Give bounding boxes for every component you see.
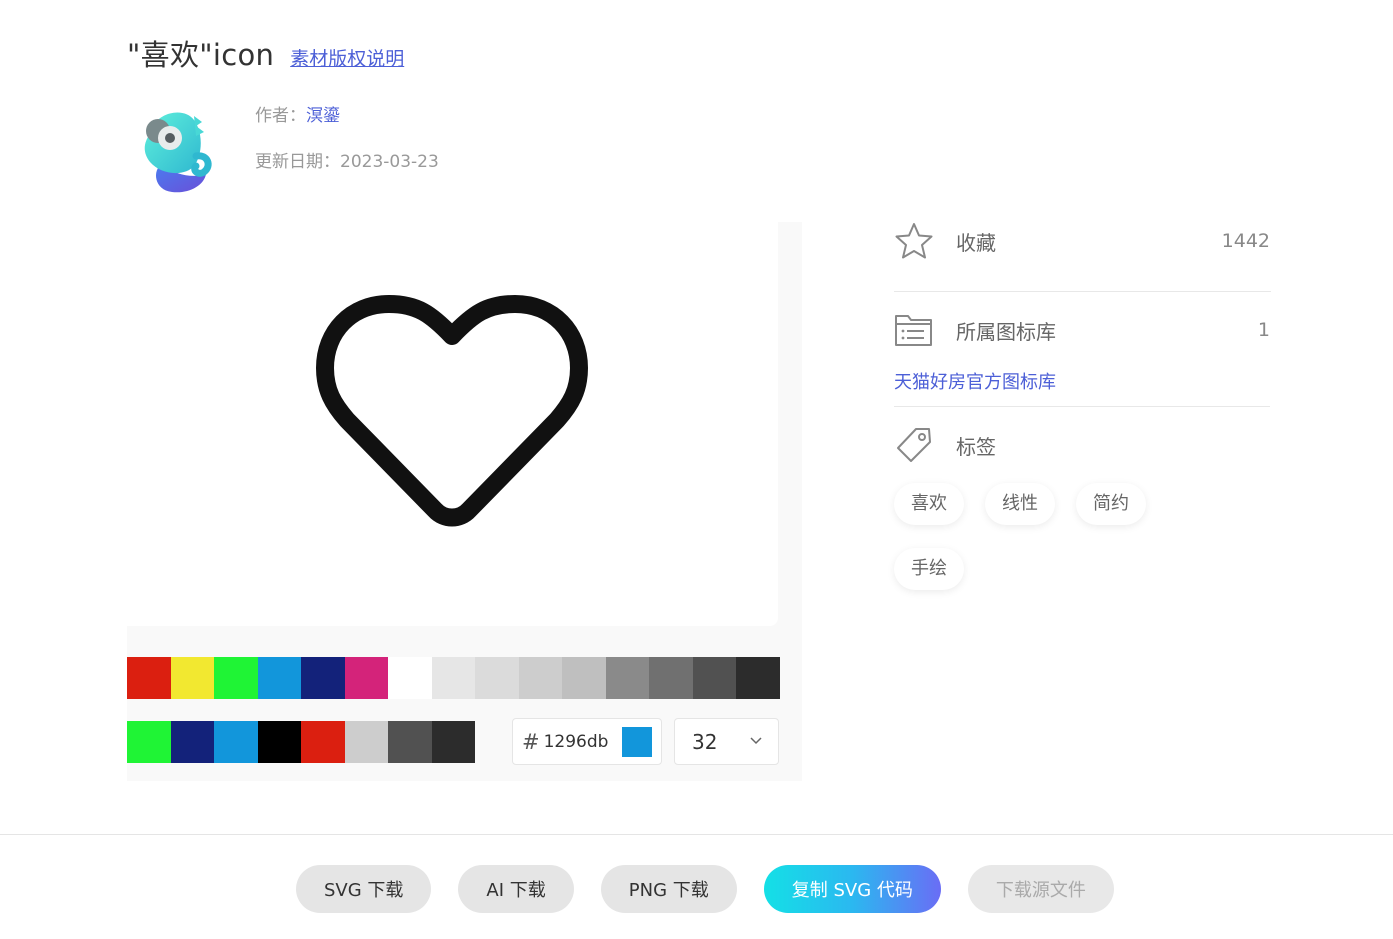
- color-swatch[interactable]: [388, 721, 432, 763]
- library-label: 所属图标库: [956, 319, 1056, 344]
- color-swatch[interactable]: [170, 657, 214, 699]
- author-label: 作者：: [255, 106, 306, 126]
- copy-svg-code-button[interactable]: 复制 SVG 代码: [763, 865, 941, 913]
- library-row: 所属图标库 1: [894, 310, 1270, 350]
- color-swatch[interactable]: [214, 657, 258, 699]
- tag-chip[interactable]: 线性: [985, 483, 1055, 525]
- date-value: 2023-03-23: [340, 152, 439, 172]
- footer-divider: [0, 834, 1393, 835]
- hex-input[interactable]: [543, 731, 618, 752]
- preview-panel: # 32: [127, 222, 802, 781]
- library-section: 所属图标库 1 天猫好房官方图标库: [894, 310, 1270, 394]
- color-swatch[interactable]: [344, 657, 388, 699]
- color-swatch[interactable]: [475, 657, 519, 699]
- icon-title: "喜欢"icon: [127, 38, 275, 72]
- color-swatch[interactable]: [736, 657, 780, 699]
- color-swatch[interactable]: [692, 657, 736, 699]
- library-count: 1: [1257, 319, 1270, 341]
- color-swatch[interactable]: [605, 657, 649, 699]
- color-preview-swatch[interactable]: [621, 726, 652, 757]
- color-palette-recent: [127, 721, 475, 763]
- folder-list-icon: [895, 315, 932, 346]
- icon-canvas: [127, 222, 778, 626]
- color-swatch[interactable]: [127, 721, 171, 763]
- date-label: 更新日期：: [255, 152, 340, 172]
- chameleon-avatar-icon: [144, 112, 212, 193]
- download-source-button[interactable]: 下载源文件: [967, 865, 1114, 913]
- color-swatch[interactable]: [257, 721, 301, 763]
- favorite-row[interactable]: 收藏 1442: [894, 219, 1270, 263]
- tag-icon: [897, 428, 931, 462]
- heart-icon: [316, 295, 588, 527]
- author-name-link[interactable]: 溟鎏: [306, 106, 340, 126]
- color-swatch[interactable]: [301, 721, 345, 763]
- color-swatch[interactable]: [301, 657, 345, 699]
- size-value: 32: [692, 729, 718, 754]
- color-swatch[interactable]: [562, 657, 606, 699]
- color-swatch[interactable]: [518, 657, 562, 699]
- tags-section: 标签: [894, 424, 1270, 466]
- tags-label: 标签: [956, 434, 996, 459]
- title-row: "喜欢"icon 素材版权说明: [127, 32, 404, 74]
- favorite-section: 收藏 1442: [894, 219, 1270, 263]
- copyright-link[interactable]: 素材版权说明: [290, 44, 404, 71]
- color-swatch[interactable]: [214, 721, 258, 763]
- png-download-button[interactable]: PNG 下载: [600, 865, 737, 913]
- tag-chip[interactable]: 简约: [1076, 483, 1146, 525]
- library-link[interactable]: 天猫好房官方图标库: [894, 372, 1056, 393]
- favorite-label: 收藏: [956, 230, 996, 255]
- library-link-row: 天猫好房官方图标库: [894, 368, 1270, 394]
- author-row: 作者：溟鎏: [255, 102, 439, 130]
- svg-download-button[interactable]: SVG 下载: [296, 865, 432, 913]
- star-icon[interactable]: [894, 221, 934, 261]
- color-swatch[interactable]: [431, 721, 475, 763]
- tags-row: 标签: [894, 424, 1270, 466]
- date-row: 更新日期：2023-03-23: [255, 148, 439, 176]
- color-swatch[interactable]: [431, 657, 475, 699]
- tag-list: 喜欢 线性 简约手绘: [894, 483, 1224, 613]
- tag-chip[interactable]: 喜欢: [894, 483, 964, 525]
- size-select[interactable]: 32: [674, 718, 779, 765]
- footer-actions: SVG 下载 AI 下载 PNG 下载 复制 SVG 代码 下载源文件: [296, 865, 1141, 913]
- author-avatar[interactable]: [132, 104, 224, 196]
- favorite-count: 1442: [1221, 230, 1270, 252]
- color-swatch[interactable]: [170, 721, 214, 763]
- ai-download-button[interactable]: AI 下载: [458, 865, 574, 913]
- hash-symbol: #: [522, 729, 540, 754]
- color-palette-main: [127, 657, 780, 699]
- tag-chip[interactable]: 手绘: [894, 548, 964, 590]
- chevron-down-icon: [750, 737, 762, 745]
- divider: [894, 291, 1271, 292]
- divider: [894, 406, 1270, 407]
- hex-color-field[interactable]: #: [512, 718, 662, 765]
- color-swatch[interactable]: [344, 721, 388, 763]
- color-swatch[interactable]: [388, 657, 432, 699]
- color-swatch[interactable]: [257, 657, 301, 699]
- color-swatch[interactable]: [127, 657, 171, 699]
- color-swatch[interactable]: [649, 657, 693, 699]
- meta-info: 作者：溟鎏 更新日期：2023-03-23: [255, 102, 439, 176]
